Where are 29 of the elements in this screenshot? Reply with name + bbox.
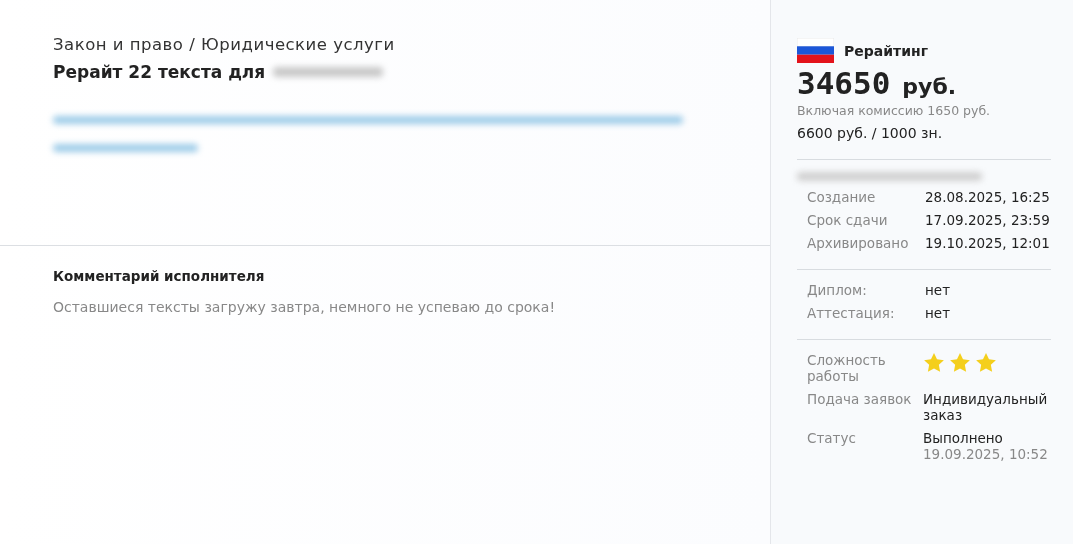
star-icon <box>923 352 945 373</box>
field-label: Аттестация: <box>807 305 896 321</box>
comment-text: Оставшиеся тексты загружу завтра, немного не успеваю до срока! <box>53 299 556 315</box>
commission-note: Включая комиссию 1650 руб. <box>797 103 992 118</box>
status-value: Выполнено <box>923 430 1004 446</box>
field-label: Статус <box>807 430 857 448</box>
field-value: нет <box>925 305 951 321</box>
field-label: Подача заявок <box>807 391 913 409</box>
field-label: Архивировано <box>807 235 910 251</box>
field-value: 19.10.2025, 12:01 <box>925 235 1051 251</box>
star-icon <box>975 352 997 373</box>
field-value: 17.09.2025, 23:59 <box>925 212 1051 228</box>
flag-icon <box>797 38 834 63</box>
category-path: Закон и право / Юридические услуги <box>53 35 396 54</box>
field-label: Срок сдачи <box>807 212 889 228</box>
star-icon <box>949 352 971 373</box>
work-type: Рерайтинг <box>844 42 928 59</box>
field-value: Индивидуальный заказ <box>923 391 1049 423</box>
price: 34650 <box>797 65 891 101</box>
field-label: Создание <box>807 189 877 205</box>
field-label: Диплом: <box>807 282 868 298</box>
field-value: 28.08.2025, 16:25 <box>925 189 1051 205</box>
comment-heading: Комментарий исполнителя <box>53 268 266 284</box>
status-date: 19.09.2025, 10:52 <box>923 446 1049 462</box>
field-label: Сложность работы <box>807 352 887 384</box>
order-title: Рерайт 22 текста для <box>53 62 266 82</box>
currency: руб. <box>902 74 957 99</box>
rate: 6600 руб. / 1000 зн. <box>797 125 944 141</box>
field-value: нет <box>925 282 951 298</box>
